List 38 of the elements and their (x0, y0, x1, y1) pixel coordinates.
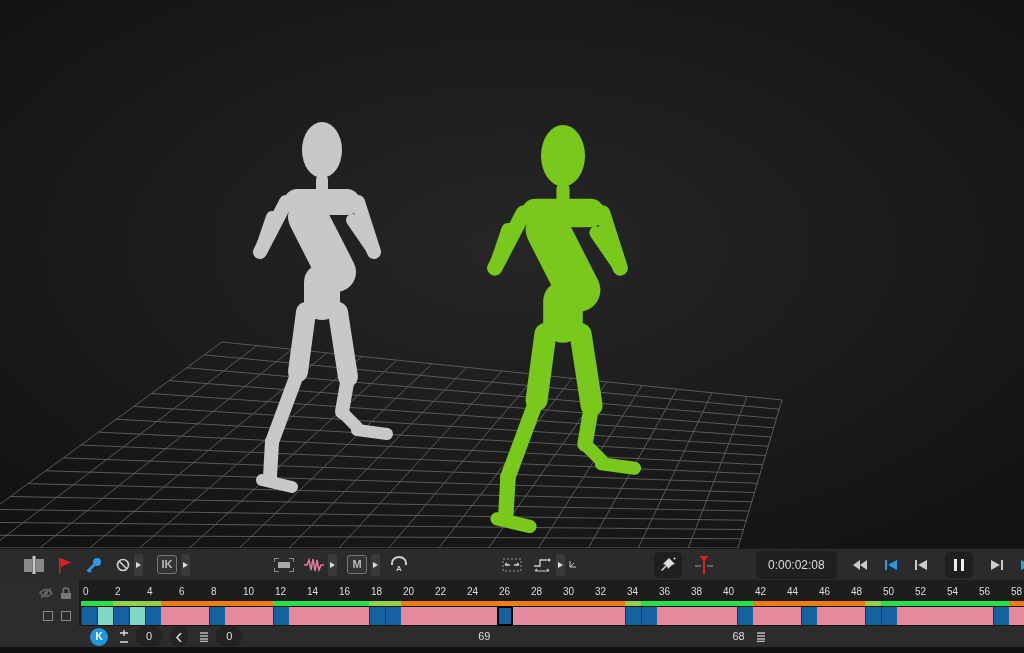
headphones-button[interactable]: A (390, 556, 408, 573)
frame-number: 50 (882, 585, 896, 599)
frame-number: 30 (562, 585, 576, 599)
frame-number: 12 (274, 585, 288, 599)
frame-number: 24 (466, 585, 480, 599)
frame-number: 58 (1010, 585, 1024, 599)
range-end-number: 68 (732, 629, 745, 645)
frame-number: 8 (210, 585, 218, 599)
timecode-display: 0:00:02:08 (756, 550, 837, 579)
frame-number: 46 (818, 585, 832, 599)
frame-number: 32 (594, 585, 608, 599)
frame-number: 4 (146, 585, 154, 599)
frame-number: 2 (114, 585, 122, 599)
frame-number: 18 (370, 585, 384, 599)
frame-number: 34 (626, 585, 640, 599)
frame-number: 40 (722, 585, 736, 599)
frame-number: 48 (850, 585, 864, 599)
frame-number: 10 (242, 585, 256, 599)
frame-number: 14 (306, 585, 320, 599)
range-start-number: 69 (478, 629, 491, 645)
frame-number: 56 (978, 585, 992, 599)
frame-number: 42 (754, 585, 768, 599)
frame-number: 16 (338, 585, 352, 599)
frame-number: 6 (178, 585, 186, 599)
frame-number: 38 (690, 585, 704, 599)
frame-number: 44 (786, 585, 800, 599)
frame-number: 0 (82, 585, 90, 599)
frame-number: 28 (530, 585, 544, 599)
frame-number: 36 (658, 585, 672, 599)
offset-field[interactable]: 0 (136, 626, 163, 647)
ik-button[interactable]: IK (157, 555, 177, 574)
m-button[interactable]: M (347, 555, 367, 574)
step-field[interactable]: 0 (216, 626, 243, 647)
frame-number: 20 (402, 585, 416, 599)
frame-number: 22 (434, 585, 448, 599)
frame-number: 54 (946, 585, 960, 599)
frame-number: 26 (498, 585, 512, 599)
frame-number: 52 (914, 585, 928, 599)
